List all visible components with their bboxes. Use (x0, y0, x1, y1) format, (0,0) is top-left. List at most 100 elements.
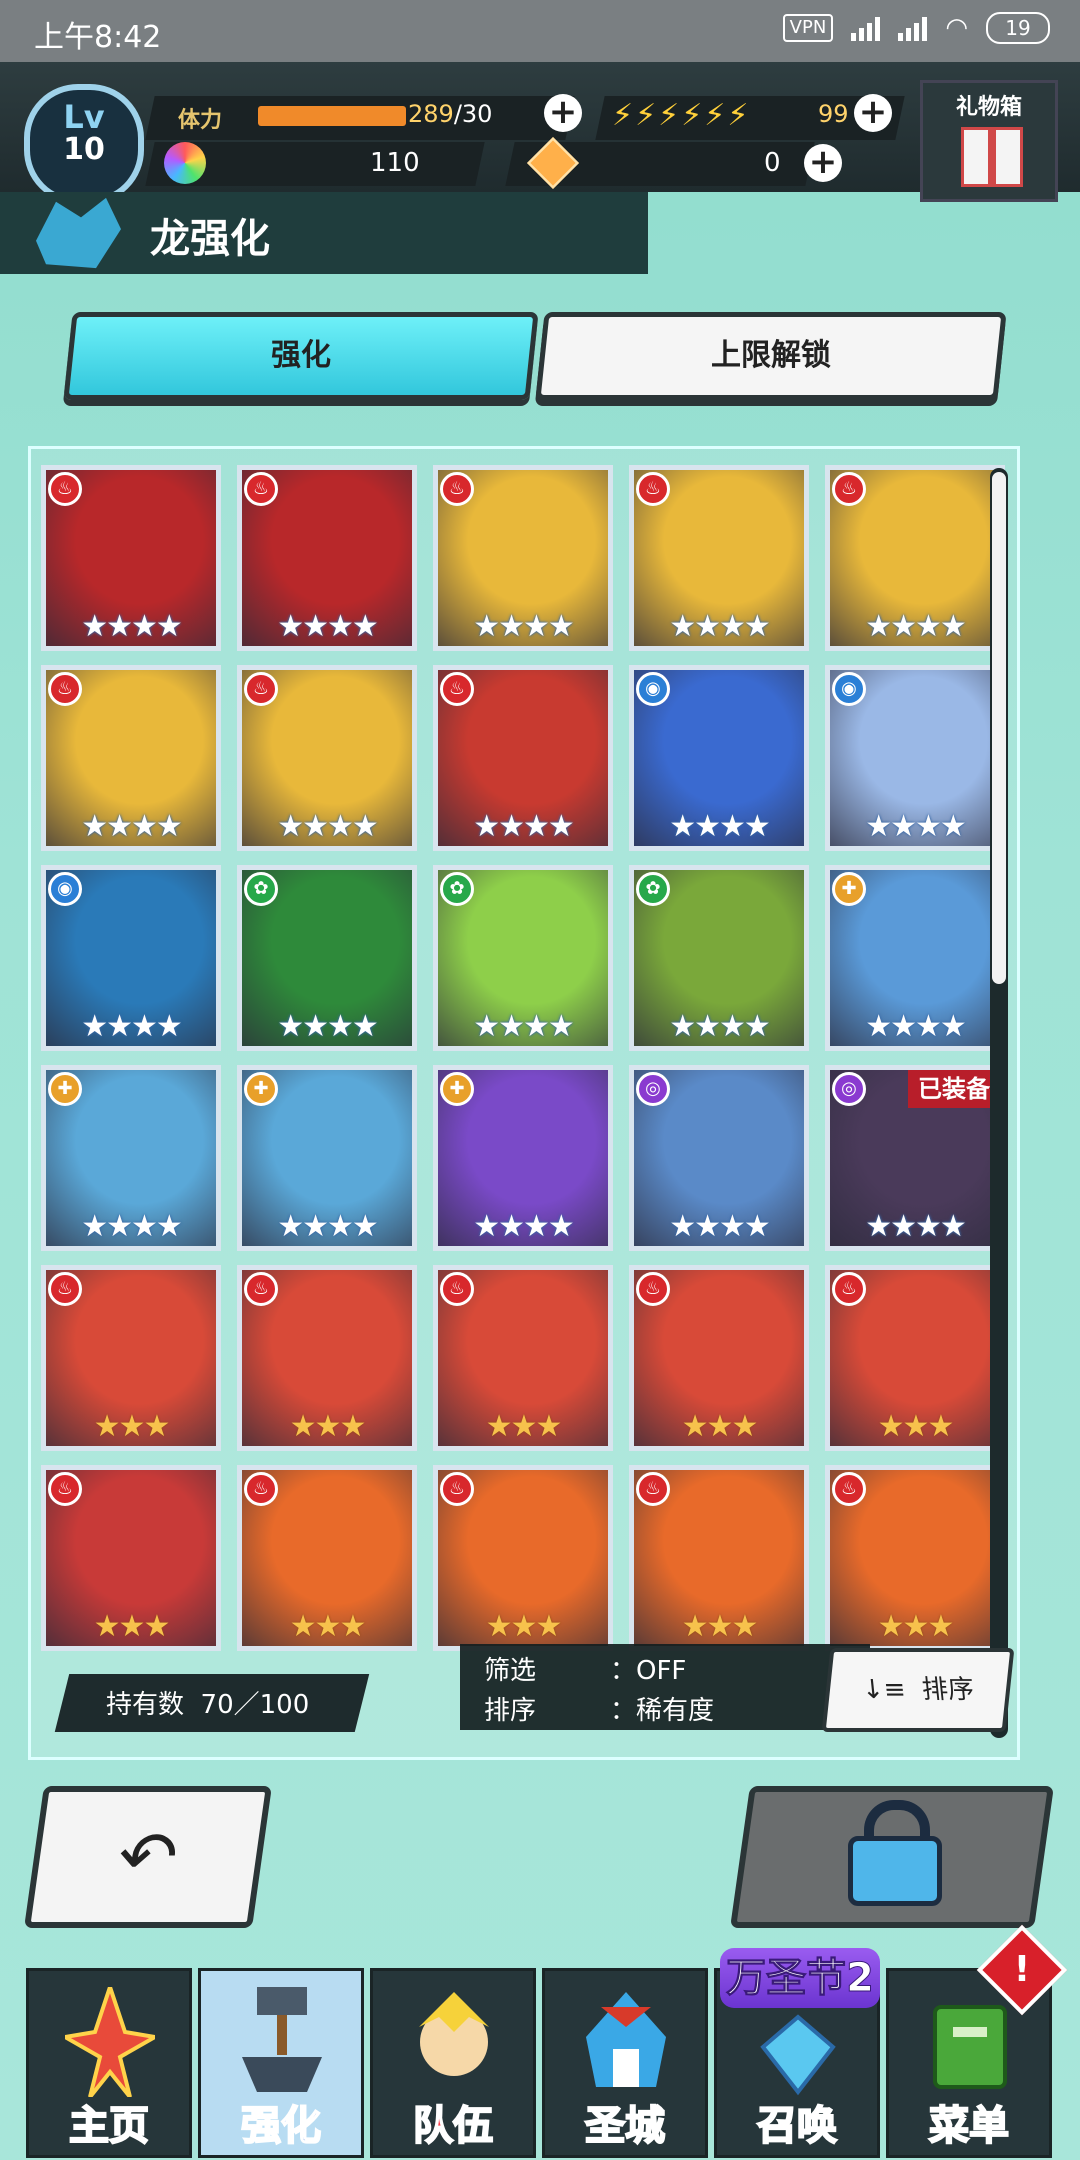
tab-enhance-label: 强化 (271, 338, 331, 373)
dragon-card[interactable]: ♨ ★★★ (825, 1265, 1005, 1451)
dragon-card[interactable]: ♨ ★★★★ (433, 465, 613, 651)
dragon-card[interactable]: ♨ ★★★★ (433, 665, 613, 851)
page-title: 龙强化 (150, 216, 270, 262)
nav-team-label: 队伍 (412, 2102, 494, 2150)
sort-value: ：稀有度 (610, 1696, 715, 1726)
holding-label: 持有数 (106, 1690, 185, 1720)
tab-limit-unlock-label: 上限解锁 (711, 338, 831, 373)
rarity-stars: ★★★★ (865, 609, 967, 644)
sort-icon: ↓≡ (860, 1675, 908, 1705)
dragon-card[interactable]: ♨ ★★★★ (41, 465, 221, 651)
rarity-stars: ★★★★ (669, 1009, 771, 1044)
orb-count: 110 (370, 148, 420, 178)
fire-element-icon: ♨ (636, 1272, 670, 1306)
level-badge: Lv 10 (24, 84, 144, 204)
nav-home[interactable]: 主页 (26, 1968, 192, 2158)
level-value: 10 (63, 132, 105, 167)
sort-button[interactable]: ↓≡ 排序 (821, 1648, 1015, 1732)
rarity-stars: ★★★ (289, 1409, 367, 1444)
rarity-stars: ★★★★ (277, 1209, 379, 1244)
dragon-card[interactable]: ♨ ★★★ (41, 1465, 221, 1651)
stamina-value: 289/30 (408, 100, 492, 128)
water-element-icon: ◉ (48, 872, 82, 906)
dragon-card[interactable]: ◉ ★★★★ (629, 665, 809, 851)
rainbow-orb-icon (164, 142, 206, 184)
dragon-card[interactable]: ✚ ★★★★ (237, 1065, 417, 1251)
dragon-card[interactable]: ♨ ★★★ (237, 1465, 417, 1651)
nav-menu-label: 菜单 (928, 2102, 1010, 2150)
halloween-event-badge[interactable]: 万圣节2 (720, 1948, 880, 2008)
scrollbar-thumb[interactable] (992, 472, 1006, 984)
bottom-nav: 主页 强化 队伍 圣城 召唤 菜单 (0, 1960, 1080, 2160)
rarity-stars: ★★★ (877, 1409, 955, 1444)
nav-enhance[interactable]: 强化 (198, 1968, 364, 2158)
dragon-card[interactable]: ♨ ★★★ (433, 1265, 613, 1451)
dragon-card[interactable]: ♨ ★★★ (629, 1465, 809, 1651)
dragon-card[interactable]: ✚ ★★★★ (433, 1065, 613, 1251)
dragon-card[interactable]: ◉ ★★★★ (41, 865, 221, 1051)
stamina-label: 体力 (178, 108, 223, 133)
dragon-card[interactable]: ♨ ★★★ (825, 1465, 1005, 1651)
stamina-bar (258, 106, 406, 126)
wind-element-icon: ✿ (440, 872, 474, 906)
dragon-card[interactable]: ♨ ★★★★ (825, 465, 1005, 651)
light-element-icon: ✚ (48, 1072, 82, 1106)
filter-info[interactable]: 筛选 ：OFF 排序 ：稀有度 (460, 1644, 870, 1730)
dragon-card[interactable]: ✿ ★★★★ (433, 865, 613, 1051)
wifi-icon: ◠ (945, 13, 968, 43)
dragon-card[interactable]: ✿ ★★★★ (629, 865, 809, 1051)
rarity-stars: ★★★★ (473, 1009, 575, 1044)
fire-element-icon: ♨ (832, 1272, 866, 1306)
gift-box-label: 礼物箱 (955, 95, 1022, 120)
rarity-stars: ★★★★ (277, 1009, 379, 1044)
dragon-card[interactable]: ♨ ★★★★ (237, 665, 417, 851)
dragon-card[interactable]: ◉ ★★★★ (825, 665, 1005, 851)
castle-icon (586, 1992, 666, 2087)
nav-team[interactable]: 队伍 (370, 1968, 536, 2158)
fire-element-icon: ♨ (48, 1272, 82, 1306)
rarity-stars: ★★★★ (473, 1209, 575, 1244)
dragon-card[interactable]: ◎ ★★★★ (629, 1065, 809, 1251)
dragon-card[interactable]: ✿ ★★★★ (237, 865, 417, 1051)
tab-enhance[interactable]: 强化 (63, 312, 539, 400)
dragon-card[interactable]: ♨ ★★★ (41, 1265, 221, 1451)
rarity-stars: ★★★ (93, 1409, 171, 1444)
rarity-stars: ★★★ (289, 1609, 367, 1644)
rarity-stars: ★★★★ (277, 809, 379, 844)
dragon-card[interactable]: ♨ ★★★★ (237, 465, 417, 651)
wind-element-icon: ✿ (636, 872, 670, 906)
gem-count: 0 (764, 148, 781, 178)
dragon-card[interactable]: ♨ ★★★ (237, 1265, 417, 1451)
rarity-stars: ★★★ (681, 1409, 759, 1444)
home-icon (65, 1987, 155, 2097)
dragon-card[interactable]: ♨ ★★★★ (41, 665, 221, 851)
nav-home-label: 主页 (68, 2102, 150, 2150)
dragon-card[interactable]: ✚ ★★★★ (825, 865, 1005, 1051)
team-icon (419, 1992, 489, 2076)
bolt-count: 99 (818, 100, 849, 128)
rarity-stars: ★★★★ (81, 609, 183, 644)
dragon-card[interactable]: ♨ ★★★★ (629, 465, 809, 651)
nav-holy-city-label: 圣城 (584, 2102, 666, 2150)
tab-limit-unlock[interactable]: 上限解锁 (535, 312, 1007, 400)
gift-icon (961, 127, 1023, 187)
stamina-max: /30 (453, 100, 493, 128)
holding-value: 70／100 (200, 1690, 310, 1720)
add-gem-button[interactable]: + (804, 144, 842, 182)
fire-element-icon: ♨ (48, 672, 82, 706)
level-label: Lv (63, 98, 105, 136)
nav-summon-label: 召唤 (756, 2102, 838, 2150)
add-bolt-button[interactable]: + (854, 94, 892, 132)
fire-element-icon: ♨ (440, 472, 474, 506)
gift-box-button[interactable]: 礼物箱 (920, 80, 1058, 202)
nav-holy-city[interactable]: 圣城 (542, 1968, 708, 2158)
add-stamina-button[interactable]: + (544, 94, 582, 132)
rarity-stars: ★★★ (93, 1609, 171, 1644)
dragon-card[interactable]: ✚ ★★★★ (41, 1065, 221, 1251)
fire-element-icon: ♨ (832, 472, 866, 506)
dragon-card[interactable]: ♨ ★★★ (629, 1265, 809, 1451)
back-button[interactable]: ↶ (24, 1786, 272, 1928)
dragon-card[interactable]: ◎ ★★★★ 已装备 (825, 1065, 1005, 1251)
dragon-card[interactable]: ♨ ★★★ (433, 1465, 613, 1651)
rarity-stars: ★★★★ (473, 809, 575, 844)
